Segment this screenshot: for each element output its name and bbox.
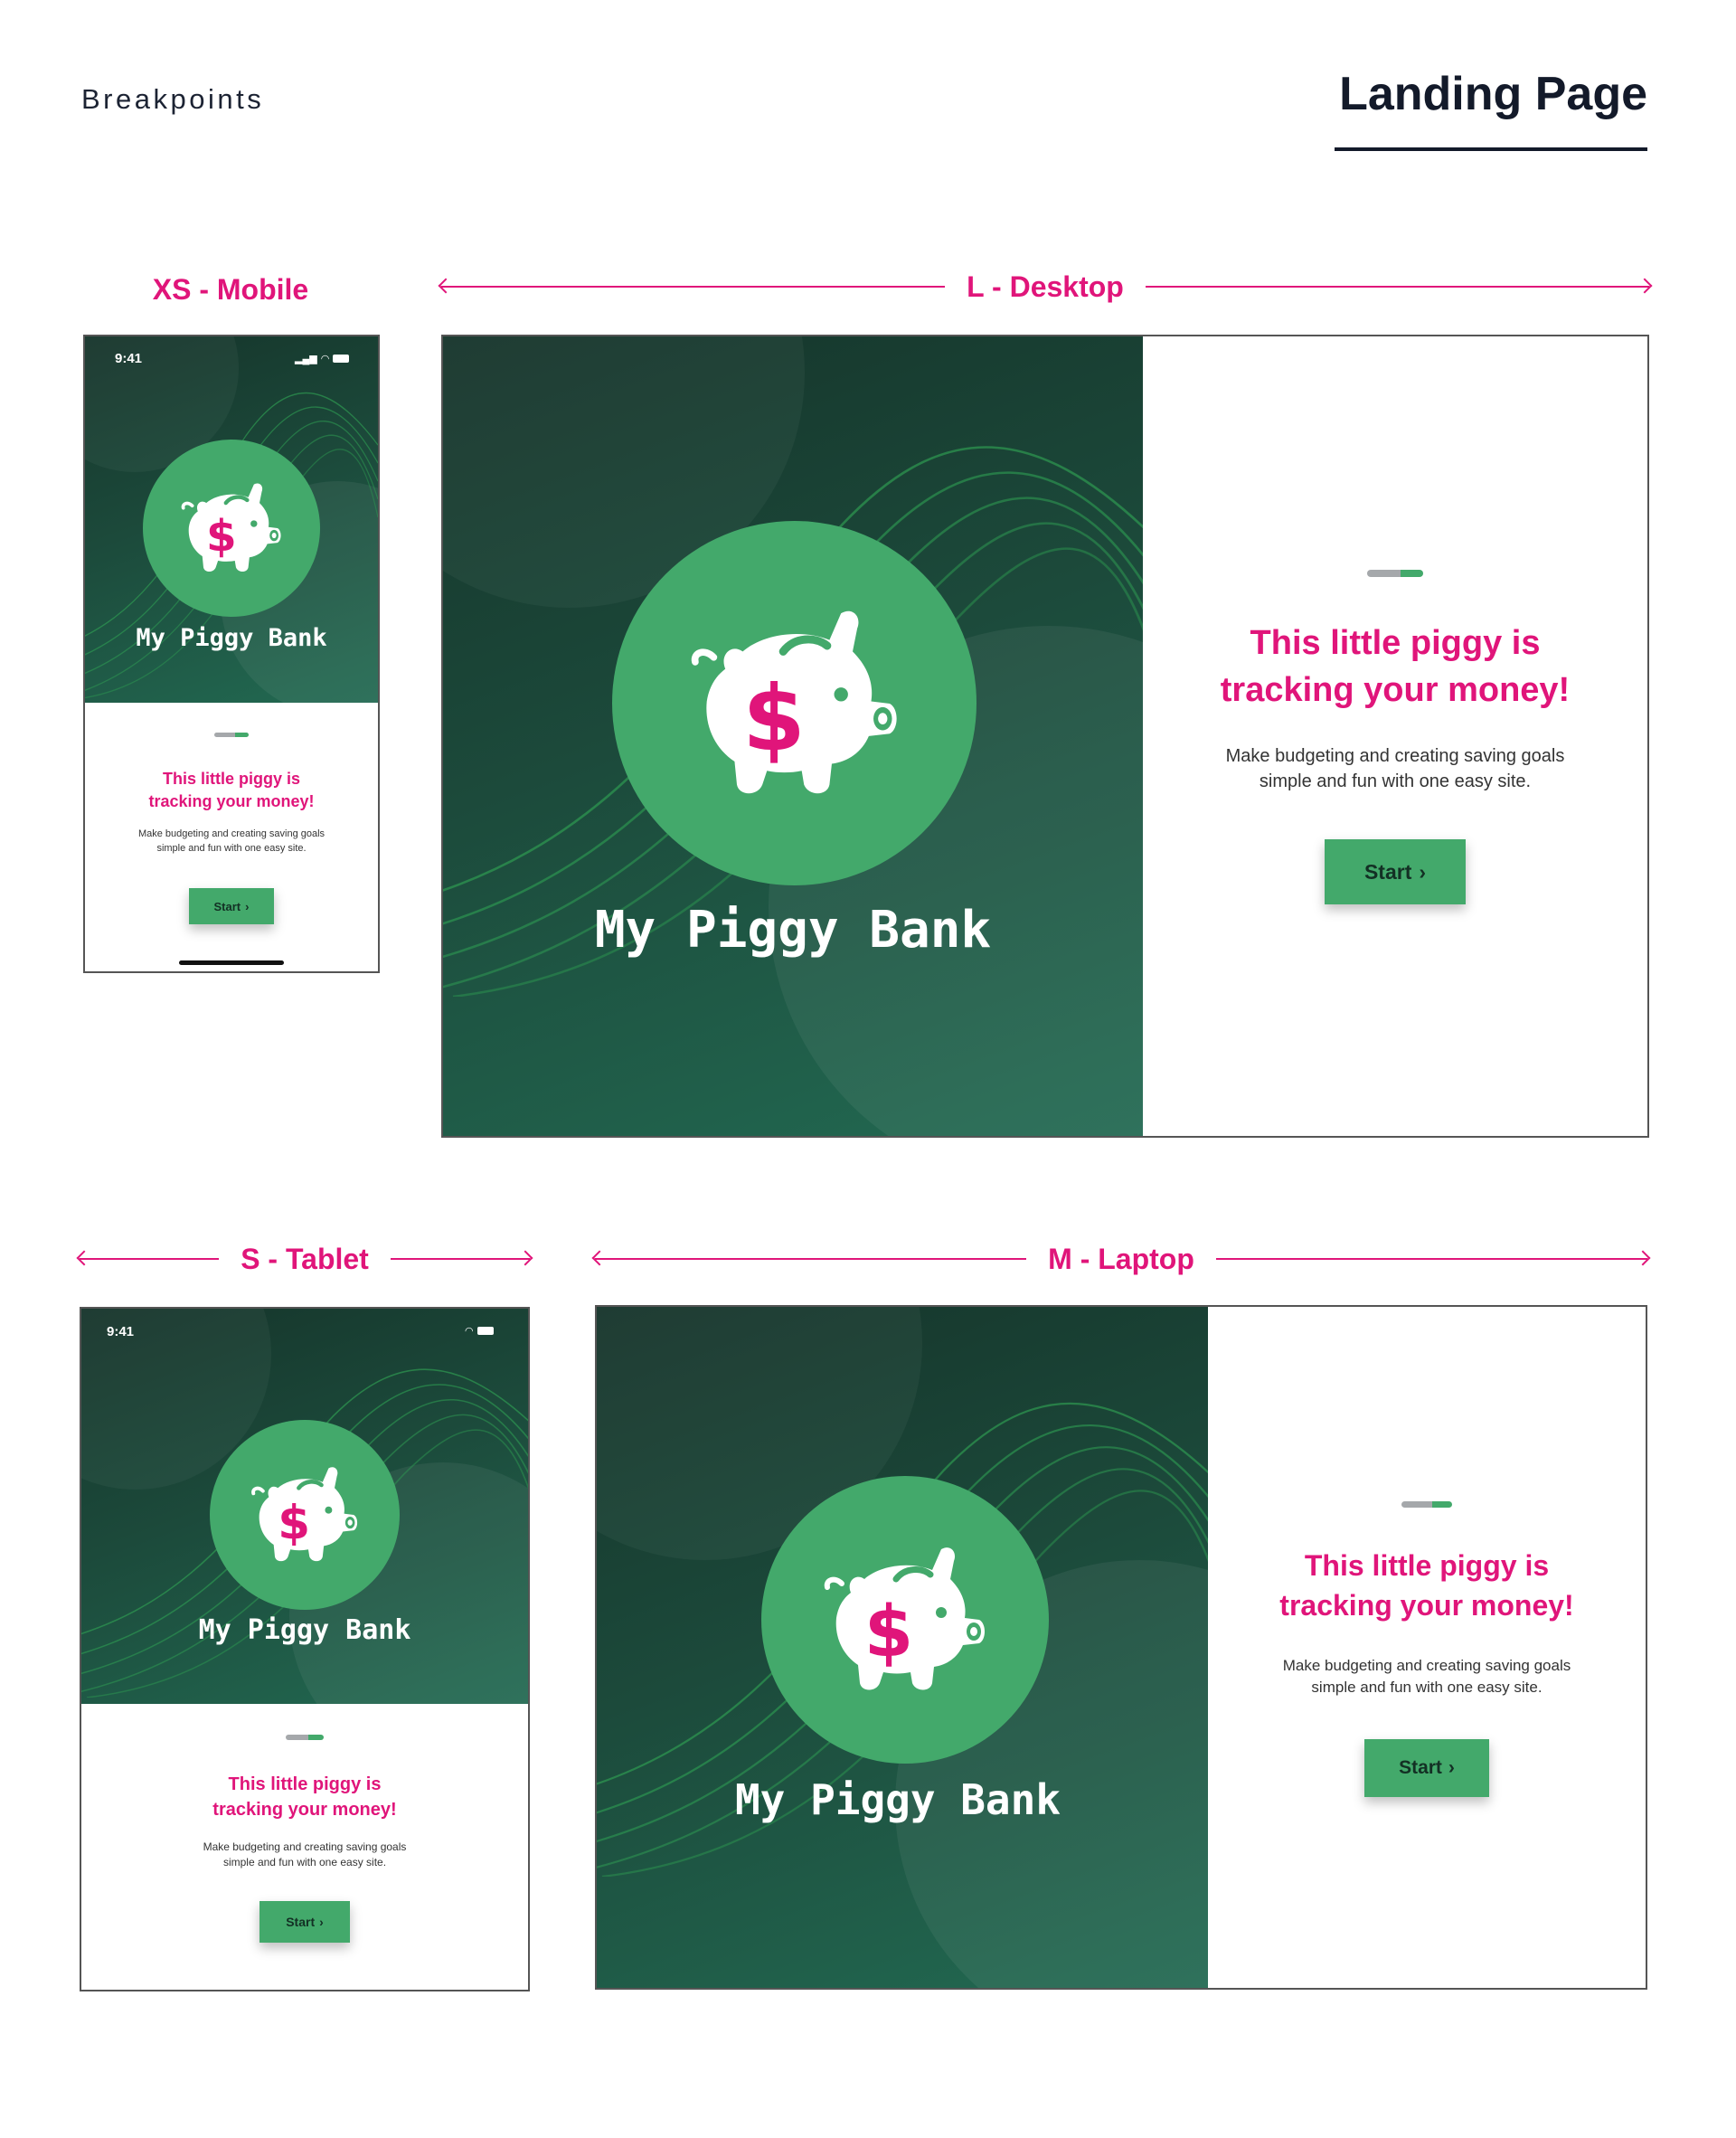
description-line1: Make budgeting and creating saving goals <box>1225 746 1565 766</box>
headline-line2: tracking your money! <box>1220 671 1571 710</box>
headline-line1: This little piggy is <box>162 770 300 788</box>
battery-icon <box>476 1327 494 1335</box>
description-line2: simple and fun with one easy site. <box>222 1856 387 1869</box>
content-panel: This little piggy is tracking your money… <box>85 703 378 971</box>
brand-name: My Piggy Bank <box>136 624 327 652</box>
piggy-bank-icon <box>815 1529 995 1710</box>
chevron-right-icon: › <box>245 899 250 913</box>
headline-line2: tracking your money! <box>148 791 315 810</box>
status-icons: ▂▄▆ ◠ <box>295 353 350 364</box>
description: Make budgeting and creating saving goals… <box>85 828 378 856</box>
logo-circle <box>143 440 320 617</box>
wifi-icon: ◠ <box>320 354 330 364</box>
hero-panel: 9:41 ◠ My Piggy Bank <box>81 1309 528 1704</box>
description: Make budgeting and creating saving goals… <box>1208 1655 1646 1698</box>
logo-circle <box>612 521 976 885</box>
breakpoint-label-text: XS - Mobile <box>152 272 309 306</box>
m-laptop-frame: My Piggy Bank This little piggy is track… <box>595 1305 1647 1990</box>
headline-line1: This little piggy is <box>228 1774 382 1794</box>
progress-indicator <box>286 1735 324 1740</box>
piggy-bank-icon <box>245 1455 364 1575</box>
description-line2: simple and fun with one easy site. <box>1311 1679 1543 1697</box>
description: Make budgeting and creating saving goals… <box>81 1840 528 1870</box>
brand-name: My Piggy Bank <box>734 1775 1061 1824</box>
wifi-icon: ◠ <box>465 1326 474 1337</box>
hero-panel: My Piggy Bank <box>597 1307 1208 1988</box>
home-indicator <box>179 960 284 965</box>
start-button[interactable]: Start › <box>1325 839 1466 904</box>
description-line1: Make budgeting and creating saving goals <box>1282 1657 1571 1674</box>
breakpoint-label-text: S - Tablet <box>241 1242 369 1275</box>
start-button-label: Start <box>1363 859 1412 884</box>
description-line2: simple and fun with one easy site. <box>1259 771 1532 792</box>
hero-panel: My Piggy Bank <box>443 336 1143 1136</box>
description-line2: simple and fun with one easy site. <box>156 842 307 854</box>
hero-panel: 9:41 ▂▄▆ ◠ My Piggy Bank <box>85 336 378 703</box>
start-button[interactable]: Start › <box>1364 1739 1489 1797</box>
chevron-right-icon: › <box>1448 1757 1455 1778</box>
logo-circle <box>761 1476 1049 1764</box>
start-button-label: Start <box>1399 1757 1442 1778</box>
status-icons: ◠ <box>465 1325 494 1337</box>
breakpoint-label-m: M - Laptop <box>595 1241 1648 1277</box>
battery-icon <box>333 355 350 363</box>
s-tablet-frame: 9:41 ◠ My Piggy Bank This little piggy i… <box>80 1307 530 1991</box>
progress-indicator <box>1401 1501 1452 1508</box>
chevron-right-icon: › <box>319 1915 324 1929</box>
headline-line1: This little piggy is <box>1304 1549 1550 1582</box>
progress-indicator <box>214 733 249 737</box>
content-panel: This little piggy is tracking your money… <box>1208 1307 1646 1988</box>
headline: This little piggy is tracking your money… <box>81 1773 528 1822</box>
content-panel: This little piggy is tracking your money… <box>81 1704 528 1990</box>
piggy-bank-icon <box>679 588 910 819</box>
status-time: 9:41 <box>107 1324 135 1339</box>
start-button-label: Start <box>213 899 241 913</box>
headline: This little piggy is tracking your money… <box>1143 620 1647 714</box>
description-line1: Make budgeting and creating saving goals <box>203 1840 407 1853</box>
piggy-bank-icon <box>175 472 288 584</box>
breakpoint-label-s: S - Tablet <box>80 1241 531 1277</box>
breakpoint-label-l: L - Desktop <box>441 269 1649 305</box>
headline: This little piggy is tracking your money… <box>85 768 378 813</box>
status-time: 9:41 <box>115 351 143 366</box>
start-button-label: Start <box>286 1915 316 1929</box>
headline-line2: tracking your money! <box>1279 1589 1574 1622</box>
brand-name: My Piggy Bank <box>594 901 992 960</box>
start-button[interactable]: Start › <box>259 1901 350 1943</box>
description: Make budgeting and creating saving goals… <box>1143 743 1647 795</box>
headline-line2: tracking your money! <box>212 1799 397 1820</box>
headline-line1: This little piggy is <box>1250 624 1541 662</box>
page-title: Landing Page <box>1339 68 1647 120</box>
logo-circle <box>210 1420 400 1610</box>
breakpoint-label-text: L - Desktop <box>967 270 1124 303</box>
start-button[interactable]: Start › <box>189 888 274 924</box>
breakpoint-label-text: M - Laptop <box>1048 1242 1194 1275</box>
page-kicker: Breakpoints <box>81 83 265 115</box>
xs-mobile-frame: 9:41 ▂▄▆ ◠ My Piggy Bank This little pig… <box>83 335 380 973</box>
content-panel: This little piggy is tracking your money… <box>1143 336 1647 1136</box>
chevron-right-icon: › <box>1419 859 1427 884</box>
title-underline <box>1335 147 1647 151</box>
breakpoint-label-xs: XS - Mobile <box>83 271 378 307</box>
l-desktop-frame: My Piggy Bank This little piggy is track… <box>441 335 1649 1138</box>
headline: This little piggy is tracking your money… <box>1208 1546 1646 1625</box>
signal-icon: ▂▄▆ <box>295 354 317 364</box>
progress-indicator <box>1367 570 1423 577</box>
brand-name: My Piggy Bank <box>198 1614 411 1646</box>
description-line1: Make budgeting and creating saving goals <box>137 828 326 839</box>
